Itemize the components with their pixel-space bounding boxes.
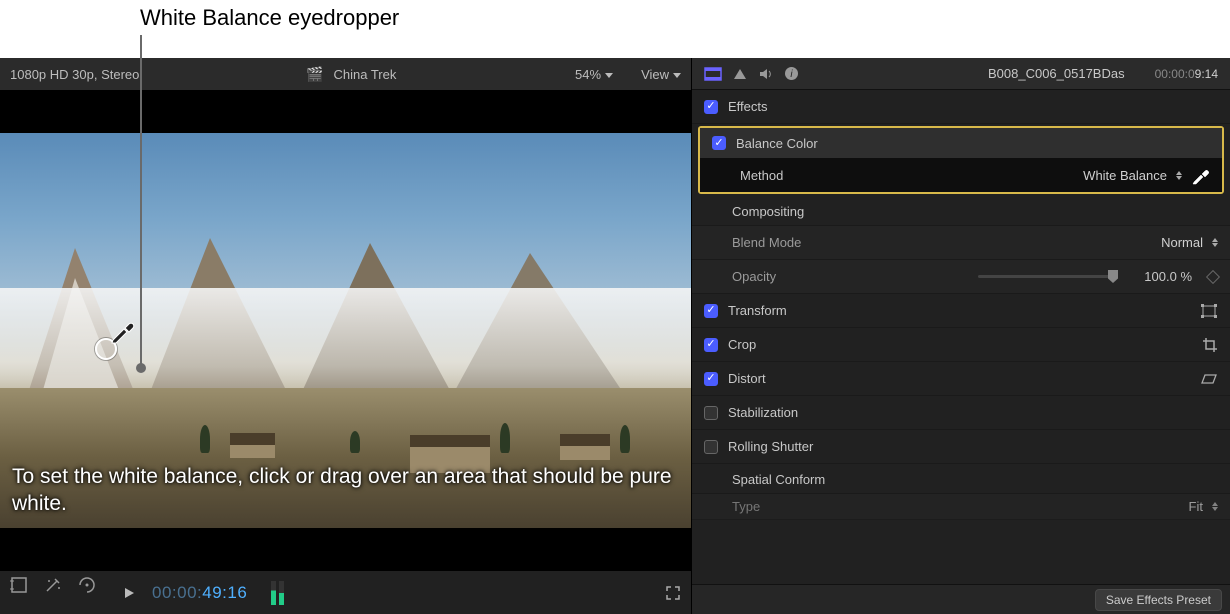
transform-label: Transform bbox=[728, 303, 787, 318]
enhance-tool-menu[interactable] bbox=[44, 576, 62, 609]
effects-checkbox[interactable] bbox=[704, 100, 718, 114]
popup-arrows-icon bbox=[1212, 502, 1218, 511]
spatial-conform-label: Spatial Conform bbox=[692, 464, 1230, 494]
transform-onscreen-icon[interactable] bbox=[1200, 304, 1218, 318]
blend-mode-label: Blend Mode bbox=[732, 235, 801, 250]
distort-onscreen-icon[interactable] bbox=[1200, 373, 1218, 385]
popup-arrows-icon bbox=[1212, 238, 1218, 247]
audio-inspector-tab[interactable] bbox=[758, 67, 774, 81]
rolling-shutter-checkbox[interactable] bbox=[704, 440, 718, 454]
type-popup[interactable]: Fit bbox=[1189, 499, 1218, 514]
distort-checkbox[interactable] bbox=[704, 372, 718, 386]
fullscreen-button[interactable] bbox=[665, 585, 681, 601]
crop-checkbox[interactable] bbox=[704, 338, 718, 352]
keyframe-button[interactable] bbox=[1206, 269, 1220, 283]
method-popup[interactable]: White Balance bbox=[1083, 168, 1182, 183]
clapperboard-icon: 🎬 bbox=[306, 66, 323, 83]
blend-mode-popup[interactable]: Normal bbox=[1161, 235, 1218, 250]
view-menu[interactable]: View bbox=[641, 67, 681, 82]
balance-color-label: Balance Color bbox=[736, 136, 818, 151]
viewer-canvas[interactable]: To set the white balance, click or drag … bbox=[0, 90, 691, 570]
opacity-value[interactable]: 100.0 % bbox=[1130, 269, 1200, 284]
stabilization-label: Stabilization bbox=[728, 405, 798, 420]
annotation-label: White Balance eyedropper bbox=[140, 5, 399, 30]
crop-label: Crop bbox=[728, 337, 756, 352]
audio-meter bbox=[271, 581, 284, 605]
annotation-leader-line bbox=[140, 35, 142, 365]
method-label: Method bbox=[740, 168, 783, 183]
compositing-section-label: Compositing bbox=[692, 196, 1230, 226]
clip-name-label: B008_C006_0517BDas bbox=[988, 66, 1125, 81]
save-effects-preset-button[interactable]: Save Effects Preset bbox=[1095, 589, 1222, 611]
stabilization-checkbox[interactable] bbox=[704, 406, 718, 420]
popup-arrows-icon bbox=[1176, 171, 1182, 180]
effects-section-label: Effects bbox=[728, 99, 768, 114]
type-label: Type bbox=[732, 499, 760, 514]
transform-checkbox[interactable] bbox=[704, 304, 718, 318]
play-button[interactable] bbox=[122, 586, 136, 600]
video-inspector-tab[interactable] bbox=[704, 67, 722, 81]
viewer-instruction-text: To set the white balance, click or drag … bbox=[12, 463, 679, 518]
retime-tool-menu[interactable] bbox=[78, 576, 96, 609]
rolling-shutter-label: Rolling Shutter bbox=[728, 439, 813, 454]
timecode-display[interactable]: 00:00:49:16 bbox=[152, 583, 247, 603]
project-name[interactable]: China Trek bbox=[333, 67, 396, 82]
crop-onscreen-icon[interactable] bbox=[1202, 337, 1218, 353]
generator-inspector-tab[interactable] bbox=[732, 67, 748, 81]
white-balance-eyedropper-button[interactable] bbox=[1190, 165, 1210, 185]
transform-tool-menu[interactable] bbox=[10, 576, 28, 609]
chevron-down-icon bbox=[605, 73, 613, 78]
balance-color-effect-group: Balance Color Method White Balance bbox=[698, 126, 1224, 194]
opacity-label: Opacity bbox=[732, 269, 776, 284]
zoom-popup[interactable]: 54% bbox=[575, 67, 613, 82]
opacity-slider[interactable] bbox=[978, 275, 1118, 278]
balance-color-checkbox[interactable] bbox=[712, 136, 726, 150]
format-label: 1080p HD 30p, Stereo bbox=[10, 67, 139, 82]
info-inspector-tab[interactable]: i bbox=[784, 66, 799, 81]
clip-timecode: 00:00:09:14 bbox=[1155, 67, 1218, 81]
chevron-down-icon bbox=[673, 73, 681, 78]
eyedropper-cursor[interactable] bbox=[95, 338, 117, 360]
distort-label: Distort bbox=[728, 371, 766, 386]
